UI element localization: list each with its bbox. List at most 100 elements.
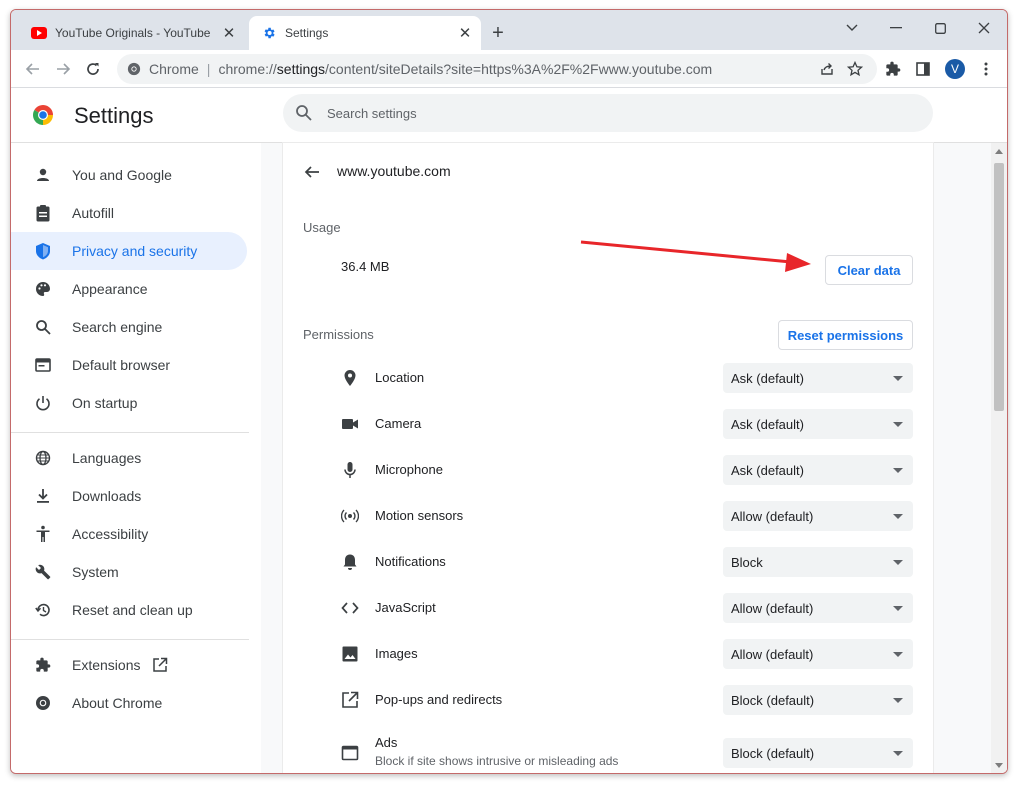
sidebar-item-languages[interactable]: Languages bbox=[11, 439, 247, 477]
scrollbar[interactable] bbox=[991, 143, 1007, 773]
permission-label: JavaScript bbox=[375, 600, 436, 615]
tab-settings[interactable]: Settings ✕ bbox=[249, 16, 481, 50]
clipboard-icon bbox=[33, 203, 53, 223]
microphone-icon bbox=[344, 462, 356, 478]
permission-select[interactable]: Ask (default) bbox=[723, 455, 913, 485]
permission-select[interactable]: Block bbox=[723, 547, 913, 577]
permission-select[interactable]: Ask (default) bbox=[723, 363, 913, 393]
share-icon[interactable] bbox=[815, 57, 839, 81]
tab-search-icon[interactable] bbox=[839, 16, 865, 40]
puzzle-icon bbox=[33, 655, 53, 675]
more-menu-icon[interactable] bbox=[974, 57, 998, 81]
site-details-card: www.youtube.com Usage 36.4 MB Clear data… bbox=[283, 143, 933, 773]
permission-select[interactable]: Ask (default) bbox=[723, 409, 913, 439]
close-tab-icon[interactable]: ✕ bbox=[219, 24, 239, 42]
youtube-icon bbox=[31, 25, 47, 41]
tab-youtube[interactable]: YouTube Originals - YouTube ✕ bbox=[19, 16, 245, 50]
sidebar-item-reset-and-clean-up[interactable]: Reset and clean up bbox=[11, 591, 247, 629]
back-icon[interactable] bbox=[21, 57, 45, 81]
sidebar-item-system[interactable]: System bbox=[11, 553, 247, 591]
scroll-down-arrow-icon[interactable] bbox=[995, 763, 1003, 768]
sidebar-divider bbox=[11, 639, 249, 640]
forward-icon[interactable] bbox=[51, 57, 75, 81]
sidebar-item-appearance[interactable]: Appearance bbox=[11, 270, 247, 308]
bookmark-star-icon[interactable] bbox=[843, 57, 867, 81]
back-arrow-icon[interactable] bbox=[303, 163, 321, 181]
wrench-icon bbox=[33, 562, 53, 582]
sidebar-item-autofill[interactable]: Autofill bbox=[11, 194, 247, 232]
close-icon[interactable] bbox=[971, 16, 997, 40]
sidebar-item-default-browser[interactable]: Default browser bbox=[11, 346, 247, 384]
sidebar-item-label: Appearance bbox=[72, 281, 148, 297]
dropdown-caret-icon bbox=[893, 376, 903, 381]
sidebar-item-you-and-google[interactable]: You and Google bbox=[11, 156, 247, 194]
sidebar-item-label: Privacy and security bbox=[72, 243, 198, 259]
site-title: www.youtube.com bbox=[337, 163, 451, 179]
address-bar[interactable]: Chrome | chrome://settings/content/siteD… bbox=[117, 54, 877, 84]
permission-select[interactable]: Block (default) bbox=[723, 685, 913, 715]
sidebar-item-accessibility[interactable]: Accessibility bbox=[11, 515, 247, 553]
reset-permissions-button[interactable]: Reset permissions bbox=[778, 320, 913, 350]
permission-sublabel: Block if site shows intrusive or mislead… bbox=[375, 754, 619, 768]
palette-icon bbox=[33, 279, 53, 299]
sidebar-item-privacy-and-security[interactable]: Privacy and security bbox=[11, 232, 247, 270]
permission-row-location: Location Ask (default) bbox=[283, 355, 933, 401]
scrollbar-thumb[interactable] bbox=[994, 163, 1004, 411]
sidebar-item-search-engine[interactable]: Search engine bbox=[11, 308, 247, 346]
reload-icon[interactable] bbox=[81, 57, 105, 81]
permission-select-value: Allow (default) bbox=[731, 646, 814, 662]
permission-row-camera: Camera Ask (default) bbox=[283, 401, 933, 447]
side-panel-icon[interactable] bbox=[911, 57, 935, 81]
sidebar-item-on-startup[interactable]: On startup bbox=[11, 384, 247, 422]
chrome-logo-icon bbox=[33, 105, 53, 125]
camera-icon bbox=[342, 419, 358, 429]
sidebar-item-label: Languages bbox=[72, 450, 142, 466]
dropdown-caret-icon bbox=[893, 560, 903, 565]
sidebar-item-label: You and Google bbox=[72, 167, 172, 183]
permission-select[interactable]: Block (default) bbox=[723, 738, 913, 768]
permission-label: Motion sensors bbox=[375, 508, 464, 523]
permission-row-notifications: Notifications Block bbox=[283, 539, 933, 585]
permission-select-value: Block (default) bbox=[731, 692, 815, 708]
permission-label: Location bbox=[375, 370, 425, 385]
gear-icon bbox=[261, 25, 277, 41]
search-settings-box[interactable] bbox=[283, 94, 933, 132]
permission-select[interactable]: Allow (default) bbox=[723, 639, 913, 669]
permission-row-microphone: Microphone Ask (default) bbox=[283, 447, 933, 493]
sidebar-item-about-chrome[interactable]: About Chrome bbox=[11, 684, 247, 722]
clear-data-button[interactable]: Clear data bbox=[825, 255, 913, 285]
permission-select-value: Allow (default) bbox=[731, 600, 814, 616]
secure-chip: Chrome bbox=[149, 61, 199, 77]
new-tab-button[interactable]: + bbox=[487, 22, 509, 44]
permission-select-value: Block bbox=[731, 554, 763, 570]
permission-select[interactable]: Allow (default) bbox=[723, 501, 913, 531]
shield-icon bbox=[33, 241, 53, 261]
maximize-icon[interactable] bbox=[927, 16, 953, 40]
permission-row-javascript: JavaScript Allow (default) bbox=[283, 585, 933, 631]
person-icon bbox=[33, 165, 53, 185]
open-in-new-icon bbox=[153, 657, 168, 672]
minimize-icon[interactable] bbox=[883, 16, 909, 40]
accessibility-icon bbox=[33, 524, 53, 544]
sidebar-item-label: Accessibility bbox=[72, 526, 149, 542]
permission-row-motion-sensors: Motion sensors Allow (default) bbox=[283, 493, 933, 539]
url-host: settings bbox=[276, 61, 326, 77]
permission-select[interactable]: Allow (default) bbox=[723, 593, 913, 623]
close-tab-icon[interactable]: ✕ bbox=[455, 24, 475, 42]
avatar[interactable]: V bbox=[945, 59, 965, 79]
dropdown-caret-icon bbox=[893, 606, 903, 611]
sidebar-item-label: Extensions bbox=[72, 657, 141, 673]
permission-select-value: Ask (default) bbox=[731, 370, 804, 386]
permission-select-value: Allow (default) bbox=[731, 508, 814, 524]
sidebar-item-downloads[interactable]: Downloads bbox=[11, 477, 247, 515]
toolbar: Chrome | chrome://settings/content/siteD… bbox=[11, 50, 1007, 88]
main-content: www.youtube.com Usage 36.4 MB Clear data… bbox=[261, 143, 1007, 773]
extensions-puzzle-icon[interactable] bbox=[881, 57, 905, 81]
sidebar-item-label: Search engine bbox=[72, 319, 163, 335]
search-input[interactable] bbox=[327, 105, 887, 121]
globe-icon bbox=[33, 448, 53, 468]
scroll-up-arrow-icon[interactable] bbox=[995, 149, 1003, 154]
dropdown-caret-icon bbox=[893, 468, 903, 473]
sidebar-item-extensions[interactable]: Extensions bbox=[11, 646, 247, 684]
permission-label: Pop-ups and redirects bbox=[375, 692, 503, 707]
